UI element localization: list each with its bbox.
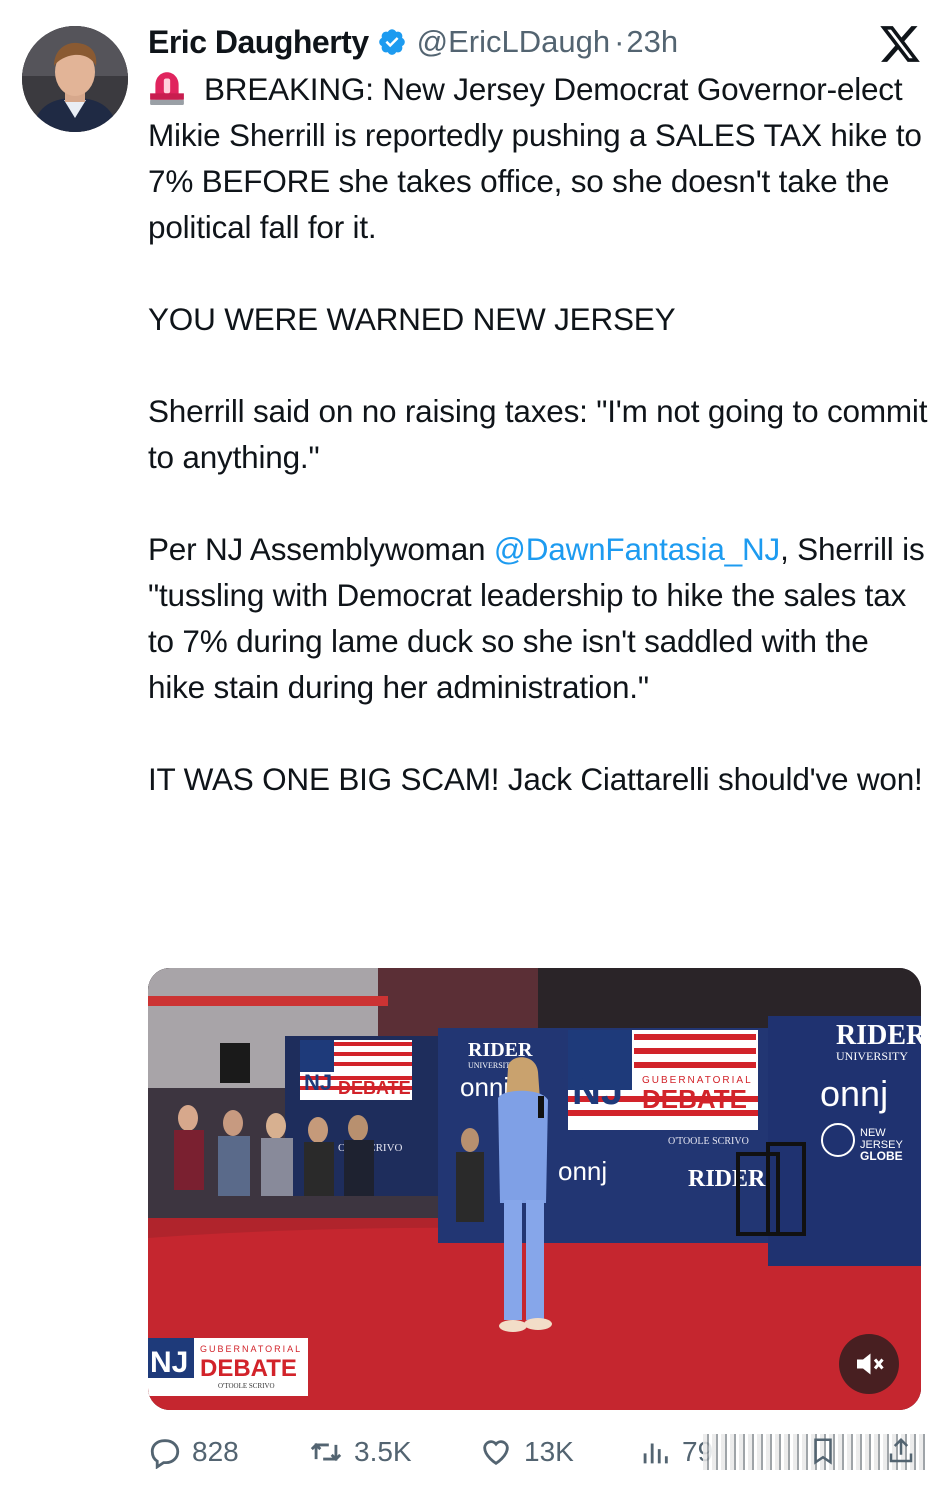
mention-link[interactable]: @DawnFantasia_NJ — [494, 531, 780, 567]
action-bar: 828 3.5K 13K 79 — [148, 1428, 928, 1476]
repost-count: 3.5K — [354, 1436, 412, 1467]
overlay-sponsor: O'TOOLE SCRIVO — [218, 1382, 275, 1390]
rider-sub-right: UNIVERSITY — [836, 1049, 908, 1063]
reply-count: 828 — [192, 1436, 239, 1467]
author-name[interactable]: Eric Daugherty — [148, 24, 369, 61]
p4-before: Per NJ Assemblywoman — [148, 531, 494, 567]
overlay-debate: DEBATE — [200, 1355, 297, 1382]
overlay-gubernatorial: GUBERNATORIAL — [200, 1344, 302, 1354]
center-banner-nj: NJ — [572, 1069, 623, 1113]
onnj-lower: onnj — [558, 1156, 607, 1186]
globe-new: NEW — [860, 1127, 886, 1139]
timestamp[interactable]: 23h — [626, 24, 678, 60]
tweet-header: Eric Daugherty @EricLDaugh · 23h — [148, 20, 678, 64]
like-button[interactable]: 13K — [478, 1428, 574, 1476]
reply-icon — [150, 1439, 180, 1469]
paragraph-scam: IT WAS ONE BIG SCAM! Jack Ciattarelli sh… — [148, 761, 923, 797]
rider-lower: RIDER — [688, 1166, 766, 1192]
separator-dot: · — [614, 24, 625, 59]
left-banner-debate: DEBATE — [338, 1078, 411, 1098]
video-frame: NJ DEBATE OLE SCRIVO NJ GUBERNATORIAL DE… — [148, 968, 921, 1410]
rider-logo-right: RIDER — [836, 1020, 921, 1051]
paragraph-assemblywoman: Per NJ Assemblywoman @DawnFantasia_NJ, S… — [148, 526, 928, 710]
share-icon[interactable] — [886, 1434, 916, 1468]
tweet-text: BREAKING: New Jersey Democrat Governor-e… — [148, 66, 928, 802]
paragraph-warned: YOU WERE WARNED NEW JERSEY — [148, 301, 676, 337]
overlay-nj: NJ — [150, 1346, 188, 1379]
views-icon — [643, 1443, 668, 1464]
onnj-right: onnj — [820, 1073, 888, 1114]
paragraph-quote: Sherrill said on no raising taxes: "I'm … — [148, 393, 928, 475]
left-banner-nj: NJ — [304, 1070, 332, 1095]
repost-icon — [310, 1442, 342, 1462]
alarm-light-icon — [150, 72, 184, 105]
reply-button[interactable]: 828 — [148, 1428, 239, 1476]
center-sponsor: O'TOOLE SCRIVO — [668, 1136, 749, 1147]
paragraph-breaking: BREAKING: New Jersey Democrat Governor-e… — [148, 71, 922, 245]
like-icon — [483, 1440, 509, 1466]
repost-button[interactable]: 3.5K — [308, 1428, 412, 1476]
center-banner-debate: DEBATE — [642, 1084, 747, 1114]
like-count: 13K — [524, 1436, 574, 1467]
video-player[interactable]: NJ DEBATE OLE SCRIVO NJ GUBERNATORIAL DE… — [148, 968, 921, 1410]
globe-globe: GLOBE — [860, 1149, 903, 1163]
muted-speaker-icon — [857, 1353, 884, 1375]
tweet-paragraph: BREAKING: New Jersey Democrat Governor-e… — [148, 66, 928, 250]
x-logo-icon — [880, 26, 920, 62]
avatar[interactable] — [22, 26, 128, 132]
verified-badge-icon — [378, 29, 405, 55]
author-handle[interactable]: @EricLDaugh — [417, 24, 610, 60]
bookmark-icon[interactable] — [808, 1434, 838, 1468]
unmute-button[interactable] — [839, 1334, 899, 1394]
views-button[interactable]: 79 — [638, 1428, 713, 1476]
